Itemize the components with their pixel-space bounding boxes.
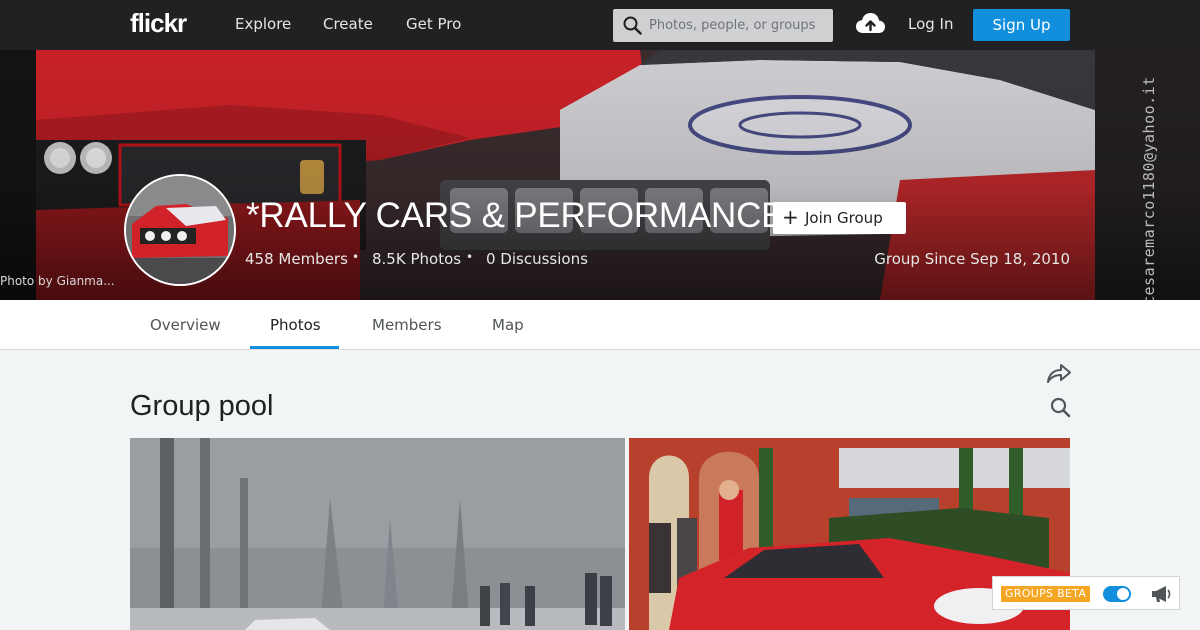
nav-get-pro[interactable]: Get Pro bbox=[406, 15, 461, 33]
photos-count[interactable]: 8.5K Photos bbox=[372, 250, 461, 268]
nav-explore[interactable]: Explore bbox=[235, 15, 291, 33]
group-since: Group Since Sep 18, 2010 bbox=[874, 250, 1070, 268]
pool-photo-image bbox=[130, 438, 625, 630]
tab-members[interactable]: Members bbox=[372, 316, 442, 334]
join-group-button[interactable]: + Join Group bbox=[773, 202, 906, 234]
toggle-knob bbox=[1117, 588, 1129, 600]
group-avatar[interactable] bbox=[124, 174, 236, 286]
separator-dot: • bbox=[352, 250, 360, 264]
members-count[interactable]: 458 Members bbox=[245, 250, 348, 268]
groups-beta-badge: GROUPS BETA bbox=[1001, 586, 1091, 602]
nav-create[interactable]: Create bbox=[323, 15, 373, 33]
upload-cloud-icon[interactable] bbox=[855, 11, 886, 39]
flickr-logo[interactable]: flickr bbox=[130, 8, 187, 39]
photo-credit[interactable]: Photo by Gianma... bbox=[0, 274, 115, 288]
groups-beta-widget: GROUPS BETA bbox=[992, 576, 1180, 610]
page-title: Group pool bbox=[130, 390, 274, 422]
join-group-label: Join Group bbox=[805, 209, 883, 227]
share-icon[interactable] bbox=[1046, 362, 1072, 388]
separator-dot: • bbox=[466, 250, 474, 264]
pool-photo[interactable] bbox=[130, 438, 625, 630]
beta-toggle[interactable] bbox=[1103, 586, 1131, 602]
photo-watermark: cesaremarco1180@yahoo.it bbox=[1140, 76, 1158, 300]
tab-photos[interactable]: Photos bbox=[270, 316, 321, 334]
search-input[interactable] bbox=[649, 9, 829, 42]
login-link[interactable]: Log In bbox=[908, 15, 954, 33]
signup-button[interactable]: Sign Up bbox=[973, 9, 1070, 41]
top-navigation-bar: flickr Explore Create Get Pro Log In Sig… bbox=[0, 0, 1200, 50]
active-tab-indicator bbox=[250, 346, 339, 349]
avatar-image bbox=[126, 176, 234, 284]
discussions-count[interactable]: 0 Discussions bbox=[486, 250, 588, 268]
magnifier-icon[interactable] bbox=[1050, 397, 1071, 422]
group-cover-photo: cesaremarco1180@yahoo.it Photo by Gianma… bbox=[0, 50, 1200, 300]
search-icon bbox=[623, 16, 642, 39]
tab-map[interactable]: Map bbox=[492, 316, 524, 334]
plus-icon: + bbox=[782, 205, 799, 229]
search-box bbox=[613, 9, 833, 42]
group-title: *RALLY CARS & PERFORMANCE* bbox=[246, 196, 798, 235]
megaphone-icon[interactable] bbox=[1149, 582, 1173, 608]
tab-overview[interactable]: Overview bbox=[150, 316, 221, 334]
group-tabs: Overview Photos Members Map bbox=[0, 300, 1200, 350]
